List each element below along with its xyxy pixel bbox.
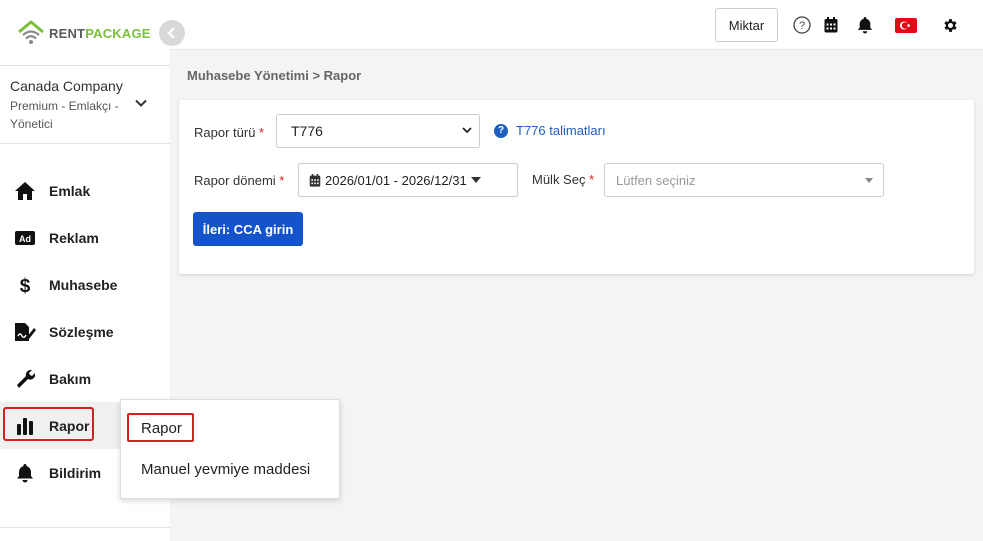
home-icon	[14, 180, 36, 202]
company-name: Canada Company	[10, 78, 123, 94]
brand-logo[interactable]: RENTPACKAGE	[16, 20, 151, 46]
chevron-down-icon[interactable]	[134, 96, 148, 110]
sidebar-item-emlak[interactable]: Emlak	[0, 167, 170, 214]
gear-icon[interactable]	[941, 16, 959, 34]
report-period-label: Rapor dönemi *	[194, 173, 284, 188]
svg-text:?: ?	[799, 20, 805, 32]
required-mark: *	[589, 172, 595, 187]
next-enter-cca-button[interactable]: İleri: CCA girin	[193, 212, 303, 246]
ad-icon: Ad	[14, 227, 36, 249]
divider	[0, 143, 170, 144]
report-type-label: Rapor türü *	[194, 125, 264, 140]
property-select-label: Mülk Seç *	[532, 172, 594, 187]
chevron-left-icon	[167, 27, 175, 39]
company-switcher[interactable]: Canada Company Premium - Emlakçı - Yönet…	[10, 78, 160, 133]
svg-text:$: $	[20, 276, 31, 296]
calendar-icon	[309, 173, 321, 187]
top-bar: Miktar ?	[170, 0, 983, 50]
report-type-label-text: Rapor türü	[194, 125, 256, 140]
report-period-picker[interactable]: 2026/01/01 - 2026/12/31	[298, 163, 518, 197]
property-label-text: Mülk Seç	[532, 172, 586, 187]
t776-instructions-link[interactable]: ? T776 talimatları	[494, 123, 606, 138]
question-circle-icon: ?	[494, 123, 508, 138]
caret-down-icon	[470, 177, 481, 183]
svg-text:Ad: Ad	[19, 234, 31, 244]
logo-house-wifi-icon	[16, 20, 46, 46]
submenu-item-manual-journal-entry[interactable]: Manuel yevmiye maddesi	[141, 461, 310, 478]
report-form-card: Rapor türü * T776 ? T776 talimatları Rap…	[179, 100, 974, 274]
contract-sign-icon	[14, 321, 36, 343]
required-mark: *	[279, 173, 285, 188]
rapor-submenu: Rapor Manuel yevmiye maddesi	[120, 399, 340, 499]
dollar-icon: $	[14, 274, 36, 296]
report-type-value: T776	[291, 123, 323, 139]
bell-icon[interactable]	[856, 16, 874, 34]
report-type-select[interactable]: T776	[276, 114, 480, 148]
breadcrumb: Muhasebe Yönetimi > Rapor	[187, 68, 362, 83]
turkish-flag-icon[interactable]	[895, 16, 917, 34]
calendar-icon[interactable]	[822, 16, 840, 34]
required-mark: *	[259, 125, 265, 140]
miktar-button[interactable]: Miktar	[715, 8, 778, 42]
company-role: Premium - Emlakçı - Yönetici	[10, 99, 119, 131]
divider	[0, 527, 170, 528]
help-link-text: T776 talimatları	[516, 123, 606, 138]
brand-name-part2: PACKAGE	[85, 25, 151, 41]
sidebar-item-muhasebe[interactable]: $ Muhasebe	[0, 261, 170, 308]
help-circle-icon[interactable]: ?	[793, 16, 811, 34]
sidebar-item-label: Sözleşme	[49, 323, 114, 340]
divider	[0, 65, 170, 66]
sidebar-item-label: Bildirim	[49, 464, 102, 481]
brand-name-part1: RENT	[49, 25, 86, 41]
report-period-value: 2026/01/01 - 2026/12/31	[325, 172, 467, 188]
wrench-icon	[14, 368, 36, 390]
property-select-placeholder: Lütfen seçiniz	[616, 172, 696, 188]
caret-down-icon	[865, 178, 873, 183]
sidebar-item-label: Muhasebe	[49, 276, 118, 293]
sidebar-item-label: Emlak	[49, 182, 91, 199]
report-period-label-text: Rapor dönemi	[194, 173, 276, 188]
highlight-box	[3, 407, 94, 441]
bell-icon	[14, 462, 36, 484]
sidebar-collapse-button[interactable]	[159, 20, 185, 46]
sidebar-item-bakim[interactable]: Bakım	[0, 355, 170, 402]
sidebar-item-sozlesme[interactable]: Sözleşme	[0, 308, 170, 355]
property-select[interactable]: Lütfen seçiniz	[604, 163, 884, 197]
sidebar-item-label: Bakım	[49, 370, 92, 387]
sidebar-item-reklam[interactable]: Ad Reklam	[0, 214, 170, 261]
highlight-box	[127, 413, 194, 442]
chevron-down-icon	[461, 123, 473, 139]
sidebar-item-label: Reklam	[49, 229, 99, 246]
